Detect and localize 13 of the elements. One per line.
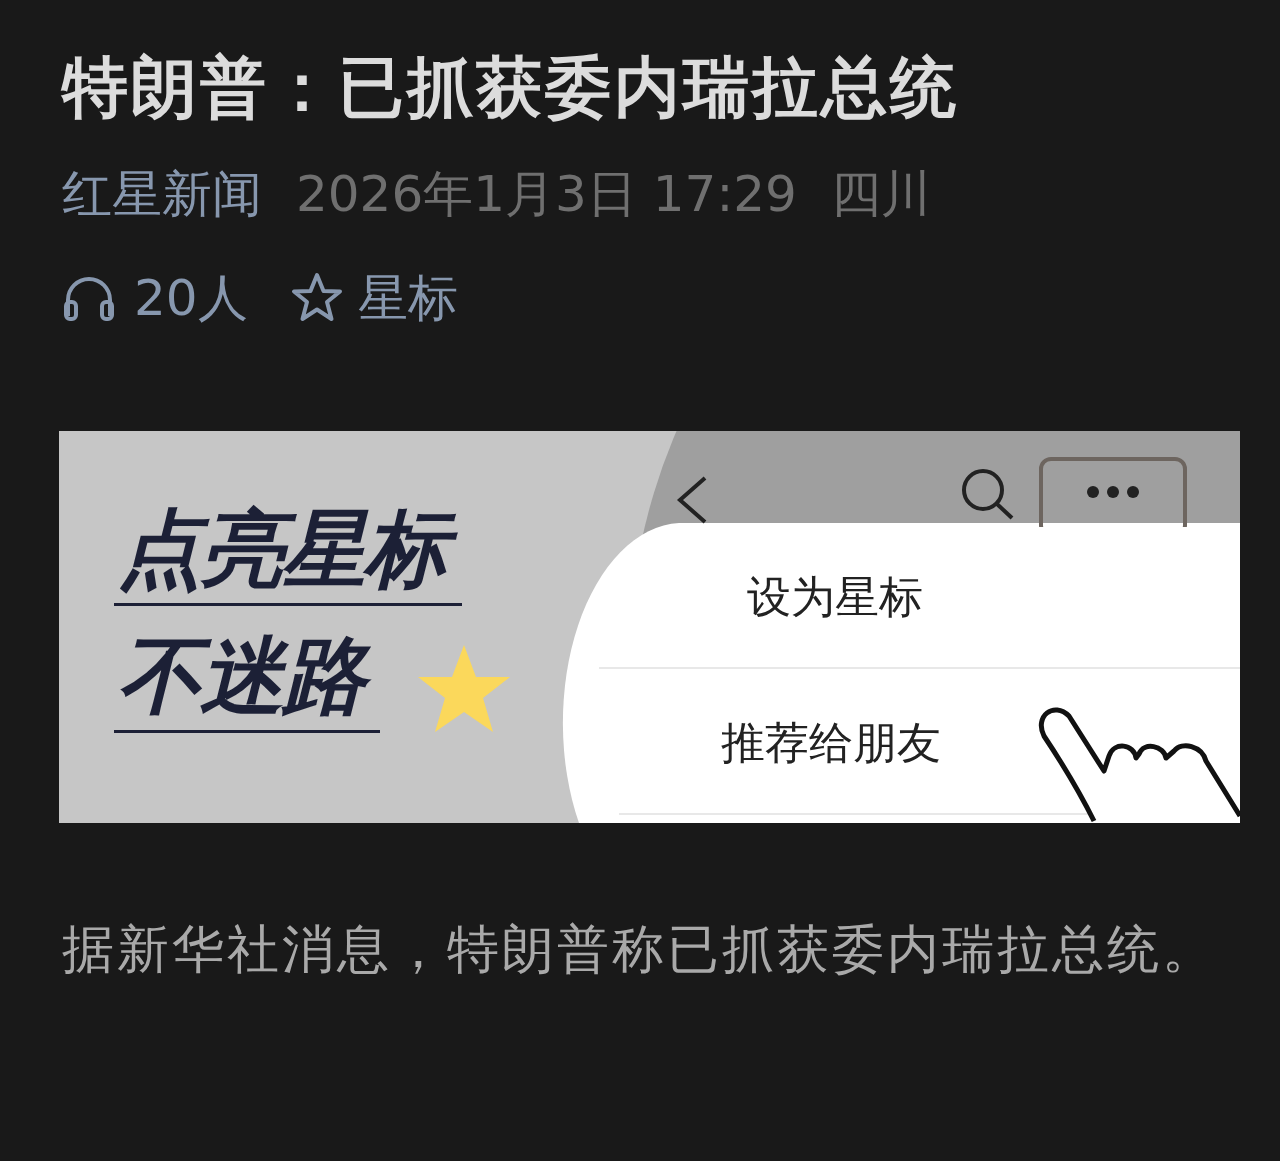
search-icon (959, 467, 1015, 521)
source-link[interactable]: 红星新闻 (62, 164, 262, 224)
listener-count: 20人 (134, 268, 248, 328)
star-icon[interactable] (289, 272, 344, 324)
article-paragraph: 据新华社消息，特朗普称已抓获委内瑞拉总统。 (62, 918, 1218, 981)
publish-date: 2026年1月3日 17:29 (296, 164, 797, 224)
headphones-icon (62, 274, 116, 322)
star-button[interactable]: 星标 (357, 268, 458, 328)
headline-text: 不迷路 (114, 626, 380, 733)
back-chevron-icon (675, 475, 709, 525)
location-label: 四川 (830, 164, 931, 224)
headline-text: 点亮星标 (114, 499, 462, 606)
article-title: 特朗普：已抓获委内瑞拉总统 (62, 48, 960, 128)
